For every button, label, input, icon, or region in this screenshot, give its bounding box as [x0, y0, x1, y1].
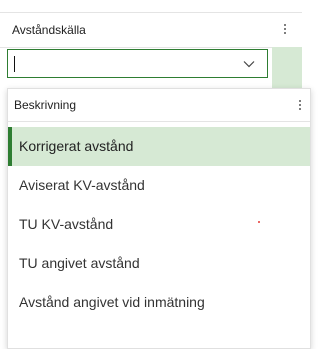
text-caret	[14, 56, 15, 72]
dropdown-list: Korrigerat avstånd Aviserat KV-avstånd T…	[8, 127, 310, 322]
menu-dot	[284, 32, 286, 34]
menu-dot	[299, 108, 301, 110]
dropdown-option-aviserat-kv-avstand[interactable]: Aviserat KV-avstånd	[8, 166, 310, 205]
menu-dot	[299, 104, 301, 106]
menu-dot	[284, 24, 286, 26]
menu-dot	[299, 100, 301, 102]
dropdown-option-avstand-angivet-vid-inmatning[interactable]: Avstånd angivet vid inmätning	[8, 283, 310, 322]
dropdown-header: Beskrivning	[8, 89, 310, 122]
avstandskalla-combobox[interactable]	[7, 49, 268, 78]
chevron-down-icon[interactable]	[242, 57, 256, 71]
dropdown-option-korrigerat-avstand[interactable]: Korrigerat avstånd	[8, 127, 310, 166]
column-header-title: Avståndskälla	[12, 23, 86, 37]
avstandskalla-input[interactable]	[8, 50, 234, 77]
more-vertical-icon[interactable]	[279, 19, 291, 39]
stray-marker-dot	[258, 221, 260, 223]
dropdown-header-title: Beskrivning	[14, 98, 77, 112]
dropdown-option-tu-kv-avstand[interactable]: TU KV-avstånd	[8, 205, 310, 244]
dropdown-option-tu-angivet-avstand[interactable]: TU angivet avstånd	[8, 244, 310, 283]
dropdown-panel: Beskrivning Korrigerat avstånd Aviserat …	[7, 88, 311, 349]
more-vertical-icon[interactable]	[294, 96, 306, 114]
column-header: Avståndskälla	[0, 12, 302, 48]
selected-cell-highlight	[272, 47, 302, 89]
avstandskalla-editor: Avståndskälla Beskrivning Korrigerat avs…	[0, 0, 322, 349]
menu-dot	[284, 28, 286, 30]
